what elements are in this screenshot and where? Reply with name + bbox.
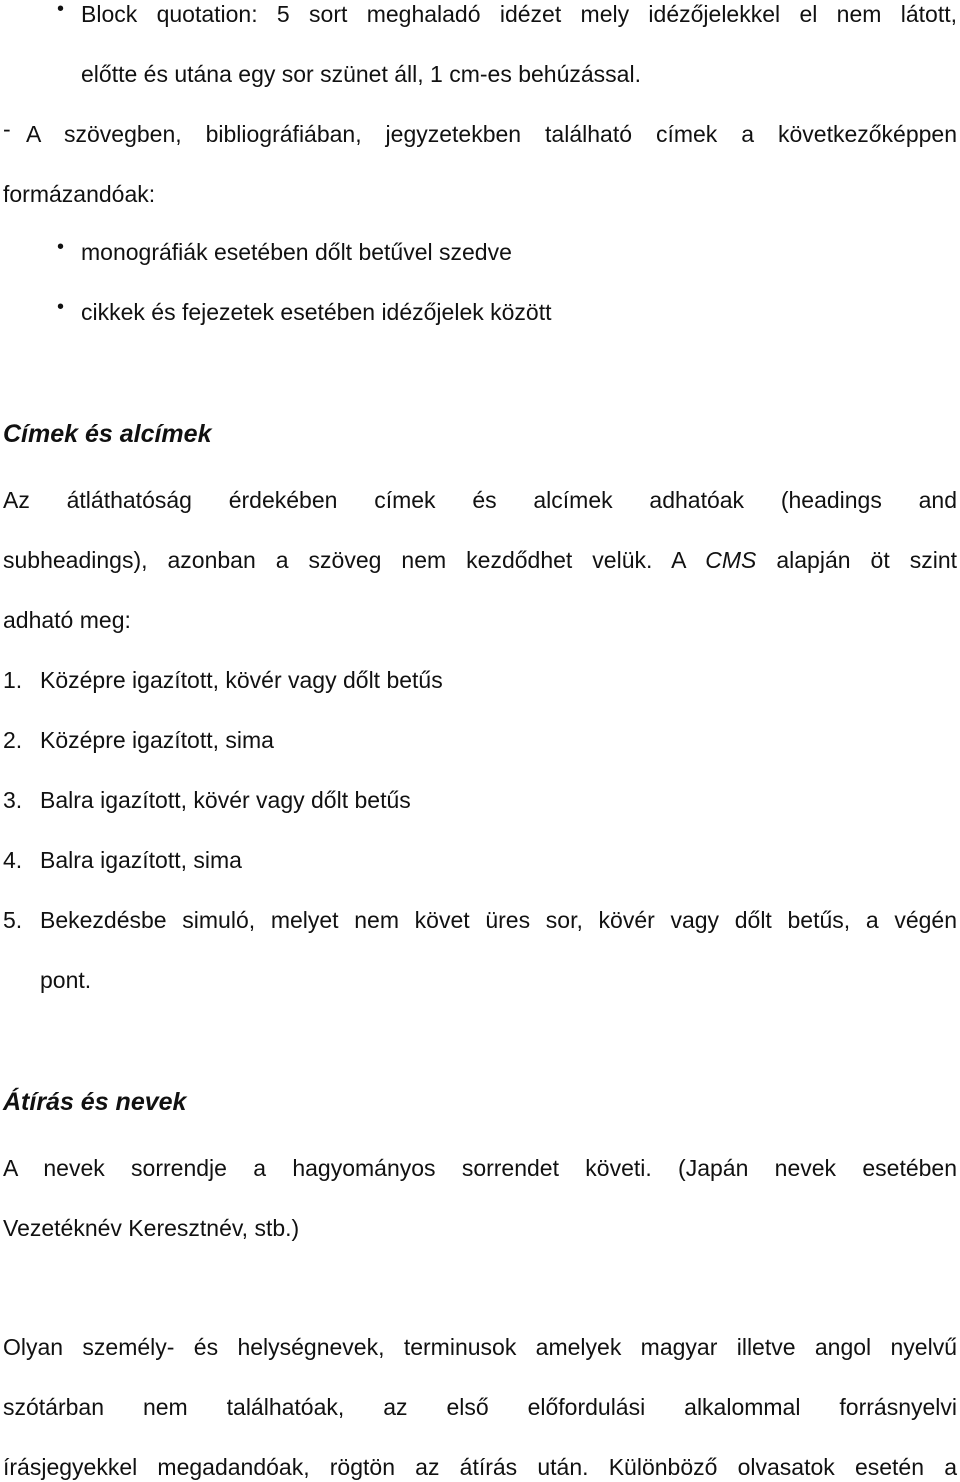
paragraph-line: A nevek sorrendje a hagyományos sorrende… bbox=[3, 1155, 957, 1181]
list-text-continuation: pont. bbox=[40, 967, 92, 993]
list-text: Balra igazított, kövér vagy dőlt betűs bbox=[40, 787, 411, 813]
list-number: 2. bbox=[3, 727, 23, 753]
list-number: 1. bbox=[3, 667, 23, 693]
bullet-icon: • bbox=[57, 0, 65, 20]
list-item: cikkek és fejezetek esetében idézőjelek … bbox=[81, 299, 552, 325]
list-text: Bekezdésbe simuló, melyet nem követ üres… bbox=[40, 907, 957, 933]
list-number: 3. bbox=[3, 787, 23, 813]
list-item: monográfiák esetében dőlt betűvel szedve bbox=[81, 239, 512, 265]
titles-rule-line-1: A szövegben, bibliográfiában, jegyzetekb… bbox=[26, 121, 957, 147]
section-title: Címek és alcímek bbox=[3, 420, 212, 448]
paragraph-line: adható meg: bbox=[3, 607, 131, 633]
list-text: Középre igazított, sima bbox=[40, 727, 274, 753]
list-number: 5. bbox=[3, 907, 23, 933]
paragraph-line: subheadings), azonban a szöveg nem kezdő… bbox=[3, 545, 957, 575]
paragraph-line: Az átláthatóság érdekében címek és alcím… bbox=[3, 487, 957, 513]
paragraph-line: Olyan személy- és helységnevek, terminus… bbox=[3, 1334, 957, 1360]
list-text: Középre igazított, kövér vagy dőlt betűs bbox=[40, 667, 443, 693]
block-quotation-line-2: előtte és utána egy sor szünet áll, 1 cm… bbox=[81, 61, 641, 87]
titles-rule-line-2: formázandóak: bbox=[3, 181, 156, 207]
list-text: Balra igazított, sima bbox=[40, 847, 242, 873]
cms-abbreviation: CMS bbox=[705, 547, 757, 573]
paragraph-line: Vezetéknév Keresztnév, stb.) bbox=[3, 1215, 300, 1241]
list-number: 4. bbox=[3, 847, 23, 873]
section-title: Átírás és nevek bbox=[3, 1088, 187, 1116]
paragraph-text: subheadings), azonban a szöveg nem kezdő… bbox=[3, 547, 706, 573]
dash-icon: - bbox=[3, 116, 11, 142]
block-quotation-line-1: Block quotation: 5 sort meghaladó idézet… bbox=[81, 1, 957, 27]
paragraph-line: szótárban nem találhatóak, az első előfo… bbox=[3, 1394, 957, 1420]
paragraph-text: alapján öt szint bbox=[756, 547, 958, 573]
bullet-icon: • bbox=[57, 236, 65, 258]
paragraph-line: írásjegyekkel megadandóak, rögtön az átí… bbox=[3, 1454, 957, 1480]
bullet-icon: • bbox=[57, 296, 65, 318]
